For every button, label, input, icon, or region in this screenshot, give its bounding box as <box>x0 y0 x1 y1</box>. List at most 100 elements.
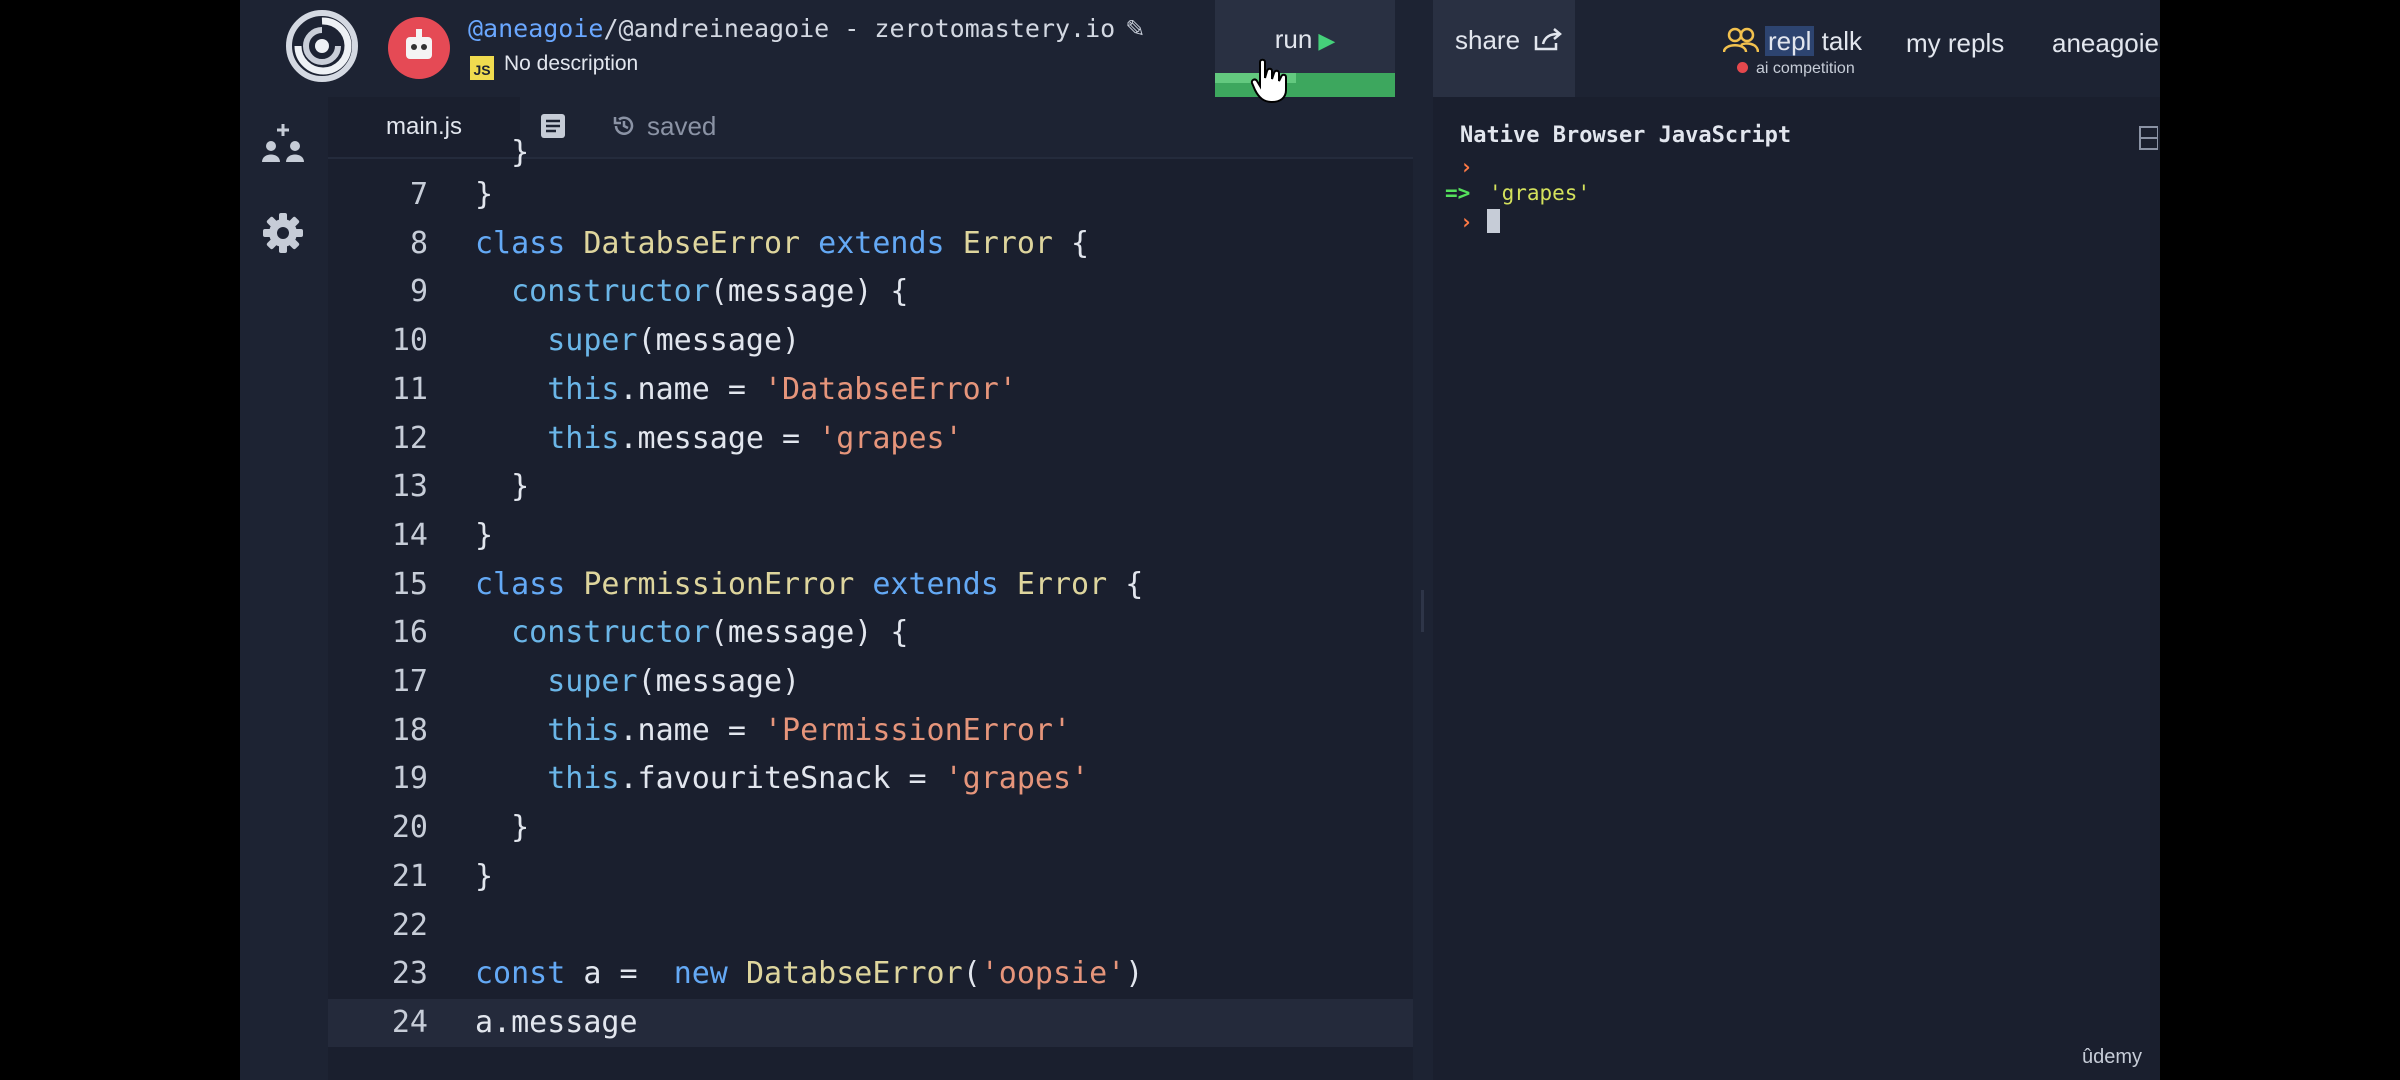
code-line[interactable]: 18 this.name = 'PermissionError' <box>328 707 1413 755</box>
code-editor[interactable]: main.js saved } 7} 8 class DatabseError … <box>328 97 1413 1080</box>
code-line-text: constructor(message) { <box>475 615 908 651</box>
repl-name[interactable]: /@andreineagoie - zerotomastery.io <box>603 14 1115 43</box>
line-number: 13 <box>391 469 428 505</box>
line-number: 17 <box>391 664 428 699</box>
code-token: a = <box>565 956 674 992</box>
pane-resize-handle[interactable] <box>1413 97 1433 1080</box>
code-token: class <box>475 566 584 602</box>
code-token: this <box>547 420 620 456</box>
username-menu[interactable]: aneagoie <box>2052 28 2159 59</box>
code-line-text: super(message) <box>475 664 800 699</box>
my-repls-link[interactable]: my repls <box>1906 28 2004 59</box>
code-line-text: } <box>475 518 493 553</box>
code-token: 'grapes' <box>944 761 1090 797</box>
text-cursor <box>1486 209 1500 233</box>
left-sidebar <box>240 97 328 1080</box>
top-bar: @aneagoie/@andreineagoie - zerotomastery… <box>240 0 2160 97</box>
hand-pointer-cursor-icon <box>1250 58 1287 104</box>
resize-grip[interactable] <box>1421 590 1424 632</box>
code-line-text: this.favouriteSnack = 'grapes' <box>475 761 1089 796</box>
udemy-watermark: ûdemy <box>2082 1046 2143 1068</box>
code-line[interactable]: 22 <box>328 902 1413 950</box>
code-token: DatabseError <box>745 956 963 992</box>
share-button[interactable]: share <box>1433 0 1575 97</box>
run-button[interactable]: run ▶ <box>1215 0 1395 97</box>
description-text: No description <box>504 52 639 75</box>
console-output-line: => 'grapes' <box>1445 181 1590 205</box>
prompt-icon: › <box>1460 210 1473 234</box>
code-token: .name = <box>619 712 764 748</box>
line-number: 18 <box>391 712 428 748</box>
line-number: 15 <box>391 566 428 602</box>
ai-competition-badge[interactable]: ai competition <box>1737 60 1855 78</box>
line-number: 23 <box>391 956 428 992</box>
code-token: .favouriteSnack = <box>619 761 945 797</box>
code-line[interactable]: 14} <box>328 512 1413 560</box>
code-token: .name = <box>619 371 764 407</box>
code-token: a.message <box>475 1004 638 1040</box>
js-language-icon: JS <box>470 56 494 80</box>
code-token: extends <box>800 225 963 261</box>
gear-icon[interactable] <box>260 210 306 256</box>
code-line[interactable]: 7} <box>328 171 1413 219</box>
console-input-line[interactable]: › <box>1460 209 1500 234</box>
repl-talk-link[interactable]: repl talk <box>1722 26 1862 57</box>
share-button-content: share <box>1455 25 1563 56</box>
avatar[interactable] <box>388 17 450 79</box>
code-token: 'grapes' <box>818 420 963 456</box>
code-line[interactable]: 19 this.favouriteSnack = 'grapes' <box>328 755 1413 803</box>
run-progress-bar <box>1215 73 1395 97</box>
code-token: constructor <box>511 615 710 651</box>
code-token: super <box>547 664 638 699</box>
code-line[interactable]: 23 const a = new DatabseError('oopsie') <box>328 950 1413 998</box>
repl-owner-link[interactable]: @aneagoie <box>468 14 603 43</box>
line-number: 19 <box>391 761 428 797</box>
code-line[interactable]: 9 constructor(message) { <box>328 268 1413 316</box>
repl-description[interactable]: JS No description <box>470 52 638 80</box>
code-token: new <box>673 956 728 992</box>
code-line[interactable]: 8 class DatabseError extends Error { <box>328 220 1413 268</box>
code-token: ) <box>1125 956 1144 992</box>
code-token: } <box>475 469 530 505</box>
code-line-text: class DatabseError extends Error { <box>475 226 1089 261</box>
console-result: 'grapes' <box>1488 181 1591 205</box>
code-line-partial-text: } <box>475 135 530 170</box>
console-pane[interactable]: Native Browser JavaScript › => 'grapes' … <box>1433 97 2160 1080</box>
code-line-text: a.message <box>475 1005 638 1040</box>
line-number: 8 <box>409 225 428 261</box>
repl-app: @aneagoie/@andreineagoie - zerotomastery… <box>240 0 2160 1080</box>
line-number: 21 <box>391 858 428 894</box>
code-line[interactable]: 24 a.message <box>328 998 1413 1047</box>
code-line[interactable]: 10 super(message) <box>328 317 1413 365</box>
code-line[interactable]: 16 constructor(message) { <box>328 609 1413 657</box>
share-arrow-icon <box>1535 28 1563 51</box>
code-line[interactable]: 15 class PermissionError extends Error { <box>328 561 1413 609</box>
code-line[interactable]: 13 } <box>328 463 1413 511</box>
code-line[interactable]: 21} <box>328 853 1413 901</box>
code-line[interactable]: 12 this.message = 'grapes' <box>328 415 1413 463</box>
code-line[interactable]: 17 super(message) <box>328 658 1413 706</box>
code-line-text: } <box>475 859 493 894</box>
repl-title: @aneagoie/@andreineagoie - zerotomastery… <box>468 14 1145 43</box>
pencil-icon[interactable]: ✎ <box>1125 15 1145 43</box>
people-icon <box>1722 27 1760 53</box>
multiplayer-add-people-icon[interactable] <box>260 122 306 168</box>
prompt-icon: › <box>1460 155 1473 179</box>
result-arrow: => <box>1445 181 1471 205</box>
code-token: class <box>475 225 584 261</box>
code-token: .message = <box>619 420 819 456</box>
play-icon: ▶ <box>1318 28 1336 53</box>
code-line[interactable]: 20 } <box>328 804 1413 852</box>
line-number: 22 <box>391 907 428 943</box>
code-token: 'oopsie' <box>980 956 1126 992</box>
code-line-text: this.name = 'DatabseError' <box>475 372 1017 407</box>
expand-icon[interactable] <box>2138 125 2159 151</box>
robot-avatar-icon <box>406 29 432 59</box>
code-line-partial: } <box>328 129 1413 177</box>
code-line[interactable]: 11 this.name = 'DatabseError' <box>328 366 1413 414</box>
replit-logo-icon[interactable] <box>284 8 360 84</box>
